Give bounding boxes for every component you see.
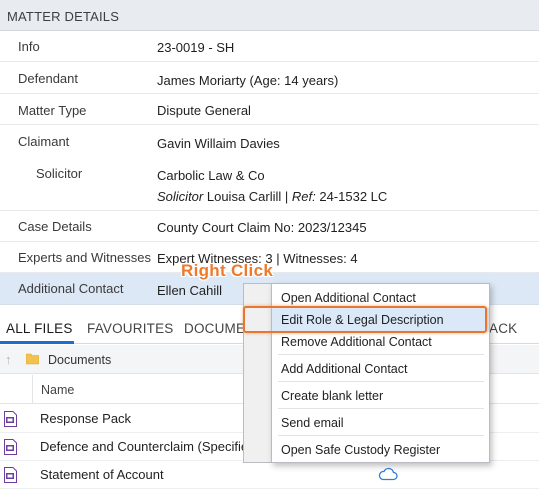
breadcrumb-documents[interactable]: Documents: [48, 353, 111, 367]
cloud-icon[interactable]: [378, 467, 398, 481]
solicitor-ref: 24-1532 LC: [315, 189, 388, 204]
matter-details-header: MATTER DETAILS: [0, 0, 539, 31]
menu-item-create-blank-letter[interactable]: Create blank letter: [272, 384, 489, 408]
case-details-value: County Court Claim No: 2023/12345: [157, 220, 367, 235]
menu-separator: [278, 354, 484, 355]
detail-row-claimant[interactable]: Claimant Gavin Willaim Davies: [0, 125, 539, 157]
experts-witnesses-label: Experts and Witnesses: [18, 250, 151, 265]
file-name: Response Pack: [40, 411, 132, 426]
tab-favourites[interactable]: FAVOURITES: [87, 321, 174, 336]
detail-row-solicitor[interactable]: Solicitor Carbolic Law & Co Solicitor Lo…: [0, 157, 539, 211]
defendant-label: Defendant: [18, 71, 78, 86]
document-file-icon: [4, 439, 17, 455]
solicitor-role: Solicitor: [157, 189, 204, 204]
highlight-outline: [243, 306, 487, 333]
menu-item-send-email[interactable]: Send email: [272, 411, 489, 435]
active-tab-indicator: [0, 341, 74, 344]
solicitor-detail: Solicitor Louisa Carlill | Ref: 24-1532 …: [157, 189, 387, 204]
claimant-label: Claimant: [18, 134, 70, 149]
file-name: Statement of Account: [40, 467, 164, 482]
info-label: Info: [18, 39, 40, 54]
claimant-value: Gavin Willaim Davies: [157, 136, 280, 151]
solicitor-ref-label: Ref:: [291, 189, 316, 204]
matter-type-label: Matter Type: [18, 103, 87, 118]
detail-row-info[interactable]: Info 23-0019 - SH: [0, 31, 539, 62]
tab-all-files[interactable]: ALL FILES: [6, 321, 73, 336]
file-name: Defence and Counterclaim (Specifie: [40, 439, 249, 454]
document-file-icon: [4, 467, 17, 483]
solicitor-name: Louisa Carlill |: [203, 189, 292, 204]
menu-item-add-additional-contact[interactable]: Add Additional Contact: [272, 357, 489, 381]
defendant-value: James Moriarty (Age: 14 years): [157, 73, 339, 88]
case-details-label: Case Details: [18, 219, 92, 234]
additional-contact-value: Ellen Cahill: [157, 283, 223, 298]
folder-icon: [26, 353, 39, 365]
column-divider: [32, 375, 33, 404]
additional-contact-label: Additional Contact: [18, 281, 124, 296]
detail-row-defendant[interactable]: Defendant James Moriarty (Age: 14 years): [0, 62, 539, 94]
menu-item-remove-additional-contact[interactable]: Remove Additional Contact: [272, 330, 489, 354]
matter-type-value: Dispute General: [157, 103, 251, 118]
menu-separator: [278, 381, 484, 382]
name-column-header[interactable]: Name: [41, 383, 74, 397]
detail-row-matter-type[interactable]: Matter Type Dispute General: [0, 94, 539, 125]
info-value: 23-0019 - SH: [157, 40, 235, 55]
section-title: MATTER DETAILS: [7, 9, 120, 24]
menu-separator: [278, 408, 484, 409]
detail-row-case-details[interactable]: Case Details County Court Claim No: 2023…: [0, 211, 539, 242]
menu-item-open-safe-custody-register[interactable]: Open Safe Custody Register: [272, 438, 489, 462]
solicitor-firm: Carbolic Law & Co: [157, 168, 265, 183]
document-file-icon: [4, 411, 17, 427]
file-row[interactable]: Statement of Account: [0, 461, 539, 489]
up-arrow-icon[interactable]: ↑: [5, 352, 12, 367]
tab-partial-right[interactable]: ACK: [489, 321, 517, 336]
right-click-annotation: Right Click: [181, 261, 274, 280]
solicitor-label: Solicitor: [36, 166, 83, 181]
menu-separator: [278, 435, 484, 436]
tab-documents[interactable]: DOCUME: [184, 321, 245, 336]
